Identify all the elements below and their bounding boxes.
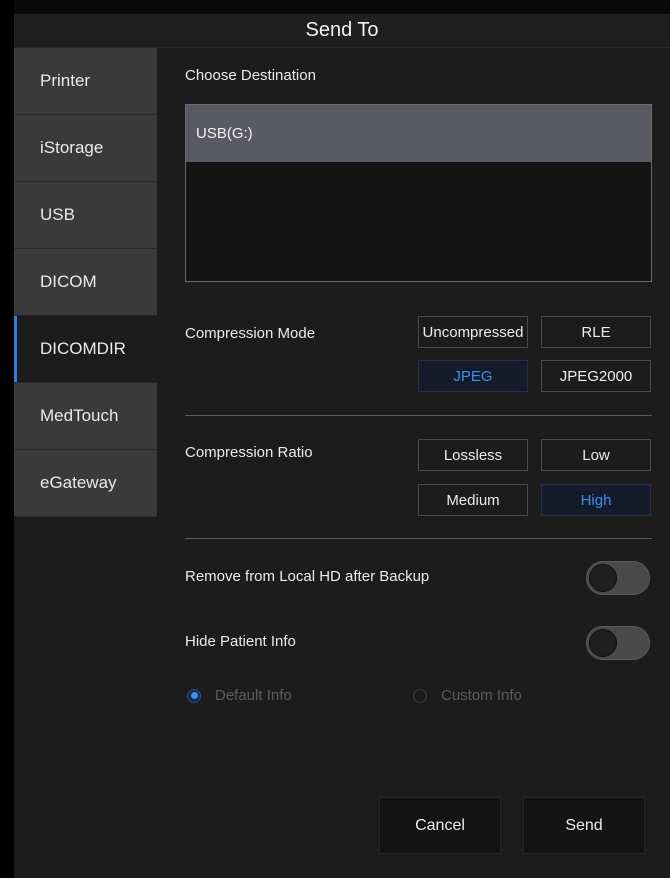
hide-patient-info-toggle[interactable] [586,626,650,660]
compression-mode-uncompressed-button[interactable]: Uncompressed [418,316,528,348]
compression-ratio-medium-button[interactable]: Medium [418,484,528,516]
hide-patient-info-label: Hide Patient Info [185,633,296,650]
sidebar-item-dicomdir[interactable]: DICOMDIR [14,316,157,383]
compression-ratio-label: Compression Ratio [185,444,313,461]
toggle-knob [589,629,617,657]
compression-ratio-lossless-button[interactable]: Lossless [418,439,528,471]
compression-mode-rle-button[interactable]: RLE [541,316,651,348]
destination-item-label: USB(G:) [196,125,253,142]
compression-mode-jpeg2000-button[interactable]: JPEG2000 [541,360,651,392]
dialog-title-bar: Send To [14,14,670,48]
sidebar-item-label: Printer [40,71,91,90]
send-button[interactable]: Send [523,797,645,854]
sidebar-item-label: DICOM [40,272,97,291]
sidebar-item-usb[interactable]: USB [14,182,157,249]
dialog-title: Send To [305,19,379,41]
sidebar-item-dicom[interactable]: DICOM [14,249,157,316]
cancel-button[interactable]: Cancel [379,797,501,854]
sidebar-item-label: USB [40,205,75,224]
choose-destination-label: Choose Destination [185,67,316,84]
compression-mode-jpeg-button[interactable]: JPEG [418,360,528,392]
sidebar-item-label: DICOMDIR [40,339,126,358]
compression-ratio-low-button[interactable]: Low [541,439,651,471]
radio-unselected-icon [413,688,427,703]
main-panel: Choose Destination USB(G:) Compression M… [157,48,670,878]
divider [185,415,652,416]
sidebar-item-label: MedTouch [40,406,119,425]
compression-mode-label: Compression Mode [185,325,316,342]
sidebar: Printer iStorage USB DICOM DICOMDIR MedT… [14,48,157,878]
remove-after-backup-label: Remove from Local HD after Backup [185,568,430,585]
left-strip [0,0,14,878]
sidebar-item-label: eGateway [40,473,117,492]
radio-selected-icon [187,688,201,703]
compression-ratio-high-button[interactable]: High [541,484,651,516]
destination-list[interactable]: USB(G:) [185,104,652,282]
sidebar-item-medtouch[interactable]: MedTouch [14,383,157,450]
custom-info-label: Custom Info [441,687,522,704]
divider [185,538,652,539]
default-info-radio[interactable]: Default Info [187,687,292,704]
top-strip [0,0,670,14]
toggle-knob [589,564,617,592]
sidebar-item-egateway[interactable]: eGateway [14,450,157,517]
sidebar-item-istorage[interactable]: iStorage [14,115,157,182]
destination-item-usb[interactable]: USB(G:) [186,105,651,162]
sidebar-item-label: iStorage [40,138,104,157]
default-info-label: Default Info [215,687,292,704]
remove-after-backup-toggle[interactable] [586,561,650,595]
custom-info-radio[interactable]: Custom Info [413,687,522,704]
sidebar-item-printer[interactable]: Printer [14,48,157,115]
